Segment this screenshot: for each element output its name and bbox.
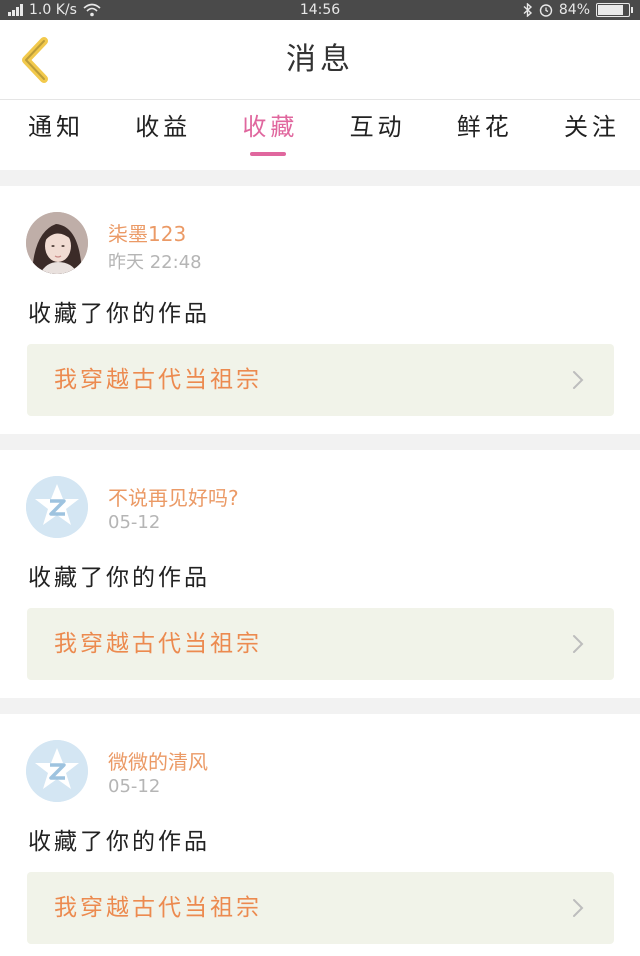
chevron-right-icon — [573, 899, 584, 917]
tab-follows[interactable]: 关注 — [564, 100, 620, 170]
work-title: 我穿越古代当祖宗 — [54, 895, 262, 921]
work-link[interactable]: 我穿越古代当祖宗 — [27, 344, 614, 416]
list-item: 柒墨123 昨天 22:48 收藏了你的作品 我穿越古代当祖宗 — [0, 186, 640, 434]
timestamp: 05-12 — [108, 776, 161, 797]
user-name[interactable]: 柒墨123 — [108, 218, 186, 247]
battery-level — [598, 5, 624, 15]
avatar[interactable] — [26, 476, 88, 538]
status-bar: 1.0 K/s 14:56 84% — [0, 0, 640, 20]
tab-favorites[interactable]: 收藏 — [242, 100, 298, 170]
wifi-icon — [83, 3, 101, 17]
work-title: 我穿越古代当祖宗 — [54, 367, 262, 393]
avatar[interactable] — [26, 212, 88, 274]
status-right: 84% — [523, 0, 633, 20]
work-link[interactable]: 我穿越古代当祖宗 — [27, 608, 614, 680]
default-avatar-icon — [26, 476, 88, 538]
action-text: 收藏了你的作品 — [28, 301, 210, 327]
work-link[interactable]: 我穿越古代当祖宗 — [27, 872, 614, 944]
timestamp: 05-12 — [108, 512, 161, 533]
tab-notifications[interactable]: 通知 — [28, 100, 84, 170]
tab-interactions[interactable]: 互动 — [350, 100, 406, 170]
user-name[interactable]: 微微的清风 — [108, 746, 208, 775]
avatar[interactable] — [26, 740, 88, 802]
message-list: 柒墨123 昨天 22:48 收藏了你的作品 我穿越古代当祖宗 不说再见好吗? … — [0, 186, 640, 956]
tab-earnings[interactable]: 收益 — [135, 100, 191, 170]
nav-bar: 消息 — [0, 20, 640, 100]
chevron-right-icon — [573, 371, 584, 389]
work-title: 我穿越古代当祖宗 — [54, 631, 262, 657]
battery-percent: 84% — [558, 2, 590, 18]
action-text: 收藏了你的作品 — [28, 565, 210, 591]
alarm-icon — [539, 4, 553, 17]
tab-bar: 通知 收益 收藏 互动 鲜花 关注 — [0, 100, 640, 170]
bluetooth-icon — [523, 3, 532, 17]
network-speed: 1.0 K/s — [29, 2, 77, 18]
page-title: 消息 — [286, 42, 354, 77]
timestamp: 昨天 22:48 — [108, 252, 202, 273]
default-avatar-icon — [26, 740, 88, 802]
battery-icon — [596, 3, 633, 17]
list-item: 不说再见好吗? 05-12 收藏了你的作品 我穿越古代当祖宗 — [0, 450, 640, 698]
list-item: 微微的清风 05-12 收藏了你的作品 我穿越古代当祖宗 — [0, 714, 640, 956]
user-name[interactable]: 不说再见好吗? — [108, 482, 239, 511]
chevron-right-icon — [573, 635, 584, 653]
action-text: 收藏了你的作品 — [28, 829, 210, 855]
signal-icon — [8, 4, 23, 16]
active-tab-indicator — [250, 152, 287, 156]
avatar-photo — [26, 212, 88, 274]
status-left: 1.0 K/s — [8, 0, 101, 20]
tab-flowers[interactable]: 鲜花 — [457, 100, 513, 170]
